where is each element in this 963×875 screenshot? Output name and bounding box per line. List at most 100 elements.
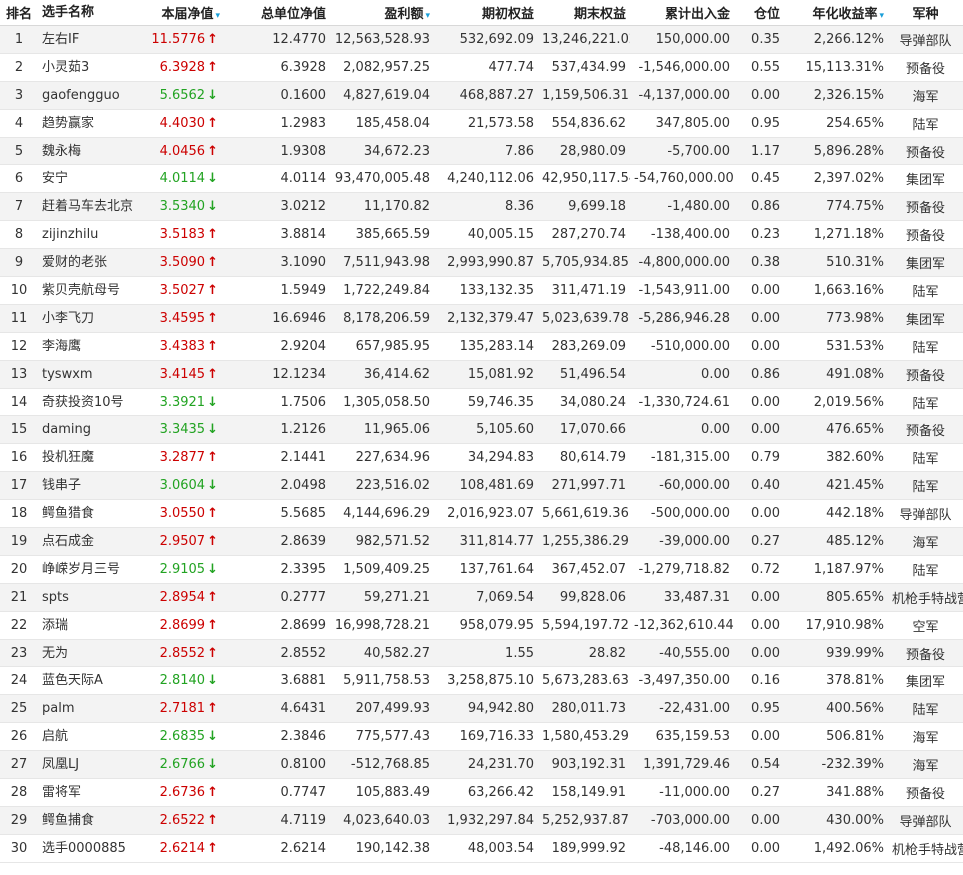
table-row[interactable]: 17 钱串子 3.0604 ↓ 2.0498 223,516.02 108,481.69 27… bbox=[0, 471, 963, 501]
sort-desc-icon[interactable]: ▾ bbox=[425, 11, 430, 21]
table-row[interactable]: 19 点石成金 2.9507 ↑ 2.8639 982,571.52 311,814.77 1… bbox=[0, 527, 963, 556]
header-nav[interactable]: 本届净值 ▾ bbox=[138, 0, 224, 26]
table-row[interactable]: 3 gaofengguo 5.6562 ↓ 0.1600 4,827,619.04 468,… bbox=[0, 81, 963, 110]
table-row[interactable]: 20 峥嵘岁月三号 2.9105 ↓ 2.3395 1,509,409.25 137,761… bbox=[0, 555, 963, 584]
player-name[interactable]: daming bbox=[38, 415, 138, 445]
player-name[interactable]: 爱财的老张 bbox=[38, 248, 138, 278]
player-name[interactable]: 无为 bbox=[38, 639, 138, 668]
player-name[interactable]: gaofengguo bbox=[38, 81, 138, 110]
cell-net-flow: -11,000.00 bbox=[630, 778, 734, 807]
cell-rank: 11 bbox=[0, 304, 38, 333]
cell-end-equity: 9,699.18 bbox=[538, 192, 630, 222]
table-row[interactable]: 9 爱财的老张 3.5090 ↑ 3.1090 7,511,943.98 2,993,990… bbox=[0, 248, 963, 278]
player-name[interactable]: 凤凰LJ bbox=[38, 750, 138, 780]
table-row[interactable]: 5 魏永梅 4.0456 ↑ 1.9308 34,672.23 7.86 28,980.09-… bbox=[0, 137, 963, 166]
table-row[interactable]: 18 鳄鱼猎食 3.0550 ↑ 5.5685 4,144,696.29 2,016,923… bbox=[0, 499, 963, 529]
player-name[interactable]: spts bbox=[38, 583, 138, 612]
player-name[interactable]: 投机狂魔 bbox=[38, 443, 138, 473]
cell-rank: 26 bbox=[0, 722, 38, 752]
player-name[interactable]: 鳄鱼捕食 bbox=[38, 806, 138, 835]
cell-net-flow: 0.00 bbox=[630, 415, 734, 445]
table-row[interactable]: 7 赶着马车去北京 3.5340 ↓ 3.0212 11,170.82 8.36 9,699.… bbox=[0, 192, 963, 222]
player-name[interactable]: 点石成金 bbox=[38, 527, 138, 556]
table-row[interactable]: 27 凤凰LJ 2.6766 ↓ 0.8100 -512,768.85 24,231.70 9… bbox=[0, 750, 963, 780]
player-name[interactable]: 小灵茹3 bbox=[38, 53, 138, 82]
cell-nav: 2.8699 ↑ bbox=[138, 611, 224, 640]
cell-position: 0.00 bbox=[734, 611, 784, 640]
player-name[interactable]: 雷将军 bbox=[38, 778, 138, 807]
cell-nav: 5.6562 ↓ bbox=[138, 81, 224, 110]
player-name[interactable]: 小李飞刀 bbox=[38, 304, 138, 333]
table-row[interactable]: 14 奇获投资10号 3.3921 ↓ 1.7506 1,305,058.50 59,746… bbox=[0, 388, 963, 417]
table-row[interactable]: 13 tyswxm 3.4145 ↑ 12.1234 36,414.62 15,081.92… bbox=[0, 360, 963, 389]
table-row[interactable]: 8 zijinzhilu 3.5183 ↑ 3.8814 385,665.59 40,005… bbox=[0, 220, 963, 250]
cell-rank: 7 bbox=[0, 192, 38, 222]
cell-net-flow: -12,362,610.44 bbox=[630, 611, 734, 640]
player-name[interactable]: palm bbox=[38, 694, 138, 724]
player-name[interactable]: 蓝色天际A bbox=[38, 666, 138, 696]
player-name[interactable]: 钱串子 bbox=[38, 471, 138, 501]
sort-desc-icon[interactable]: ▾ bbox=[215, 11, 220, 21]
cell-profit: 40,582.27 bbox=[330, 639, 434, 668]
table-row[interactable]: 22 添瑞 2.8699 ↑ 2.8699 16,998,728.21 958,079.95… bbox=[0, 611, 963, 640]
table-row[interactable]: 12 李海鹰 3.4383 ↑ 2.9204 657,985.95 135,283.14 28… bbox=[0, 332, 963, 361]
player-name[interactable]: 奇获投资10号 bbox=[38, 388, 138, 417]
table-row[interactable]: 25 palm 2.7181 ↑ 4.6431 207,499.93 94,942.80 28… bbox=[0, 694, 963, 724]
table-row[interactable]: 26 启航 2.6835 ↓ 2.3846 775,577.43 169,716.33 1,5… bbox=[0, 722, 963, 752]
player-name[interactable]: 鳄鱼猎食 bbox=[38, 499, 138, 529]
table-row[interactable]: 24 蓝色天际A 2.8140 ↓ 3.6881 5,911,758.53 3,258,87… bbox=[0, 666, 963, 696]
header-annual-return-label[interactable]: 年化收益率 bbox=[812, 7, 877, 22]
arrow-down-icon: ↓ bbox=[207, 394, 218, 410]
player-name[interactable]: 赶着马车去北京 bbox=[38, 192, 138, 222]
player-name[interactable]: tyswxm bbox=[38, 360, 138, 389]
header-annual-return[interactable]: 年化收益率 ▾ bbox=[784, 0, 888, 26]
sort-desc-icon[interactable]: ▾ bbox=[879, 11, 884, 21]
header-start-equity-label: 期初权益 bbox=[481, 7, 534, 22]
player-name[interactable]: 峥嵘岁月三号 bbox=[38, 555, 138, 584]
player-name[interactable]: 魏永梅 bbox=[38, 137, 138, 166]
nav-value: 5.6562 bbox=[159, 87, 206, 103]
table-row[interactable]: 23 无为 2.8552 ↑ 2.8552 40,582.27 1.55 28.82 -40,5… bbox=[0, 639, 963, 668]
table-row[interactable]: 21 spts 2.8954 ↑ 0.2777 59,271.21 7,069.54 99,8… bbox=[0, 583, 963, 612]
cell-total-nav: 1.7506 bbox=[224, 388, 330, 417]
table-row[interactable]: 15 daming 3.3435 ↓ 1.2126 11,965.06 5,105.60 17… bbox=[0, 415, 963, 445]
table-row[interactable]: 4 趋势赢家 4.4030 ↑ 1.2983 185,458.04 21,573.58 554… bbox=[0, 109, 963, 138]
player-name[interactable]: 左右IF bbox=[38, 25, 138, 54]
table-row[interactable]: 30 选手0000885 2.6214 ↑ 2.6214 190,142.38 48,003… bbox=[0, 834, 963, 863]
table-row[interactable]: 11 小李飞刀 3.4595 ↑ 16.6946 8,178,206.59 2,132,37… bbox=[0, 304, 963, 333]
cell-nav: 3.5090 ↑ bbox=[138, 248, 224, 278]
cell-end-equity: 5,252,937.87 bbox=[538, 806, 630, 835]
player-name[interactable]: 添瑞 bbox=[38, 611, 138, 640]
table-row[interactable]: 2 小灵茹3 6.3928 ↑ 6.3928 2,082,957.25 477.74 537,… bbox=[0, 53, 963, 82]
header-profit-label[interactable]: 盈利额 bbox=[384, 7, 423, 22]
cell-rank: 14 bbox=[0, 388, 38, 417]
player-name[interactable]: 紫贝壳航母号 bbox=[38, 276, 138, 305]
cell-net-flow: -1,543,911.00 bbox=[630, 276, 734, 305]
player-name[interactable]: 安宁 bbox=[38, 164, 138, 194]
cell-position: 0.27 bbox=[734, 527, 784, 556]
player-name[interactable]: 选手0000885 bbox=[38, 834, 138, 863]
nav-value: 11.5776 bbox=[151, 31, 206, 47]
cell-annual-return: 254.65% bbox=[784, 109, 888, 138]
cell-total-nav: 3.8814 bbox=[224, 220, 330, 250]
cell-position: 0.72 bbox=[734, 555, 784, 584]
cell-net-flow: -5,286,946.28 bbox=[630, 304, 734, 333]
table-row[interactable]: 1 左右IF 11.5776 ↑ 12.4770 12,563,528.93 532,692… bbox=[0, 25, 963, 54]
cell-end-equity: 13,246,221.02 bbox=[538, 25, 630, 54]
player-name[interactable]: 启航 bbox=[38, 722, 138, 752]
header-nav-label[interactable]: 本届净值 bbox=[161, 7, 213, 22]
cell-start-equity: 311,814.77 bbox=[434, 527, 538, 556]
cell-position: 0.00 bbox=[734, 276, 784, 305]
header-profit[interactable]: 盈利额 ▾ bbox=[330, 0, 434, 26]
player-name[interactable]: zijinzhilu bbox=[38, 220, 138, 250]
table-row[interactable]: 10 紫贝壳航母号 3.5027 ↑ 1.5949 1,722,249.84 133,132… bbox=[0, 276, 963, 305]
table-row[interactable]: 6 安宁 4.0114 ↓ 4.0114 93,470,005.48 4,240,112.0… bbox=[0, 164, 963, 194]
cell-start-equity: 8.36 bbox=[434, 192, 538, 222]
player-name[interactable]: 李海鹰 bbox=[38, 332, 138, 361]
table-row[interactable]: 29 鳄鱼捕食 2.6522 ↑ 4.7119 4,023,640.03 1,932,297… bbox=[0, 806, 963, 835]
table-row[interactable]: 16 投机狂魔 3.2877 ↑ 2.1441 227,634.96 34,294.83 80… bbox=[0, 443, 963, 473]
cell-rank: 29 bbox=[0, 806, 38, 835]
player-name[interactable]: 趋势赢家 bbox=[38, 109, 138, 138]
table-row[interactable]: 28 雷将军 2.6736 ↑ 0.7747 105,883.49 63,266.42 158… bbox=[0, 778, 963, 807]
cell-start-equity: 532,692.09 bbox=[434, 25, 538, 54]
